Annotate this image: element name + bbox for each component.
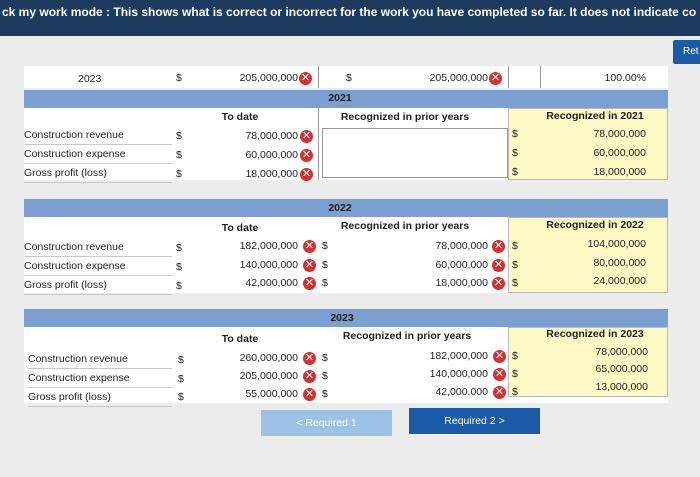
dollar-sign: $ (512, 147, 518, 159)
prior-gross-profit-2023[interactable]: 42,000,000 (402, 386, 488, 398)
header-to-date: To date (221, 222, 259, 234)
incorrect-icon: ✕ (489, 72, 502, 85)
dollar-sign: $ (322, 352, 328, 364)
incorrect-icon: ✕ (303, 370, 316, 383)
incorrect-icon: ✕ (493, 386, 506, 399)
cost-to-date-value[interactable]: 205,000,000 (216, 72, 298, 84)
row-label-expense: Construction expense (28, 369, 172, 388)
prior-revenue-2022[interactable]: 78,000,000 (402, 240, 488, 252)
previous-required-button[interactable]: < Required 1 (261, 410, 392, 436)
incorrect-icon: ✕ (493, 368, 506, 381)
dollar-sign: $ (322, 240, 328, 252)
row-label-gross-profit: Gross profit (loss) (28, 388, 172, 407)
current-revenue-2023[interactable]: 78,000,000 (562, 346, 648, 358)
prior-expense-2023[interactable]: 140,000,000 (402, 368, 488, 380)
row-label-gross-profit: Gross profit (loss) (24, 276, 172, 295)
incorrect-icon: ✕ (303, 277, 316, 290)
total-cost-value[interactable]: 205,000,000 (406, 72, 488, 84)
dollar-sign: $ (176, 130, 182, 142)
header-recognized-current: Recognized in 2023 (546, 328, 644, 340)
dollar-sign: $ (176, 168, 182, 180)
incorrect-icon: ✕ (492, 240, 505, 253)
row-label-gross-profit: Gross profit (loss) (24, 164, 172, 183)
incorrect-icon: ✕ (493, 350, 506, 363)
header-prior-years: Recognized in prior years (340, 220, 470, 232)
current-expense-2022[interactable]: 80,000,000 (560, 257, 646, 269)
top-year: 2023 (78, 73, 102, 85)
incorrect-icon: ✕ (303, 259, 316, 272)
to-date-revenue-2021[interactable]: 78,000,000 (212, 130, 298, 142)
dollar-sign: $ (512, 386, 518, 398)
dollar-sign: $ (512, 240, 518, 252)
incorrect-icon: ✕ (300, 168, 313, 181)
row-label-revenue: Construction revenue (24, 238, 172, 257)
incorrect-icon: ✕ (303, 352, 316, 365)
dollar-sign: $ (176, 242, 182, 254)
dollar-sign: $ (176, 72, 182, 84)
dollar-sign: $ (178, 354, 184, 366)
to-date-gross-profit-2021[interactable]: 18,000,000 (212, 168, 298, 180)
to-date-revenue-2023[interactable]: 260,000,000 (212, 352, 298, 364)
dollar-sign: $ (322, 370, 328, 382)
dollar-sign: $ (512, 277, 518, 289)
dollar-sign: $ (322, 277, 328, 289)
percent-complete-value[interactable]: 100.00% (580, 72, 646, 84)
next-required-button[interactable]: Required 2 > (409, 408, 540, 434)
incorrect-icon: ✕ (299, 72, 312, 85)
current-expense-2021[interactable]: 60,000,000 (560, 147, 646, 159)
dollar-sign: $ (178, 373, 184, 385)
header-to-date: To date (221, 333, 259, 345)
dollar-sign: $ (178, 391, 184, 403)
header-recognized-current: Recognized in 2021 (546, 110, 644, 122)
dollar-sign: $ (512, 350, 518, 362)
prior-years-empty-cells[interactable] (322, 128, 508, 178)
section-year-2022: 2022 (328, 202, 352, 214)
header-to-date: To date (221, 111, 259, 123)
header-prior-years: Recognized in prior years (342, 330, 472, 342)
row-label-revenue: Construction revenue (24, 126, 172, 145)
current-gross-profit-2023[interactable]: 13,000,000 (562, 381, 648, 393)
current-gross-profit-2021[interactable]: 18,000,000 (560, 166, 646, 178)
header-recognized-current: Recognized in 2022 (546, 219, 644, 231)
to-date-gross-profit-2023[interactable]: 55,000,000 (212, 388, 298, 400)
header-prior-years: Recognized in prior years (340, 111, 470, 123)
dollar-sign: $ (512, 128, 518, 140)
to-date-expense-2021[interactable]: 60,000,000 (212, 149, 298, 161)
row-label-revenue: Construction revenue (28, 350, 172, 369)
row-label-expense: Construction expense (24, 257, 172, 276)
dollar-sign: $ (176, 261, 182, 273)
row-label-expense: Construction expense (24, 145, 172, 164)
prior-revenue-2023[interactable]: 182,000,000 (402, 350, 488, 362)
dollar-sign: $ (512, 368, 518, 380)
to-date-expense-2023[interactable]: 205,000,000 (212, 370, 298, 382)
current-gross-profit-2022[interactable]: 24,000,000 (560, 275, 646, 287)
check-mode-banner: ck my work mode : This shows what is cor… (0, 0, 700, 36)
dollar-sign: $ (322, 259, 328, 271)
current-revenue-2021[interactable]: 78,000,000 (560, 128, 646, 140)
to-date-expense-2022[interactable]: 140,000,000 (212, 259, 298, 271)
dollar-sign: $ (176, 149, 182, 161)
prior-gross-profit-2022[interactable]: 18,000,000 (402, 277, 488, 289)
dollar-sign: $ (322, 388, 328, 400)
to-date-gross-profit-2022[interactable]: 42,000,000 (212, 277, 298, 289)
incorrect-icon: ✕ (300, 149, 313, 162)
incorrect-icon: ✕ (492, 277, 505, 290)
dollar-sign: $ (346, 72, 352, 84)
dollar-sign: $ (176, 280, 182, 292)
section-year-2021: 2021 (328, 92, 352, 104)
to-date-revenue-2022[interactable]: 182,000,000 (212, 240, 298, 252)
dollar-sign: $ (512, 166, 518, 178)
incorrect-icon: ✕ (492, 259, 505, 272)
incorrect-icon: ✕ (303, 240, 316, 253)
dollar-sign: $ (512, 259, 518, 271)
current-revenue-2022[interactable]: 104,000,000 (560, 238, 646, 250)
incorrect-icon: ✕ (300, 130, 313, 143)
current-expense-2023[interactable]: 65,000,000 (562, 363, 648, 375)
prior-expense-2022[interactable]: 60,000,000 (402, 259, 488, 271)
return-button[interactable]: Ret (673, 40, 700, 64)
incorrect-icon: ✕ (303, 388, 316, 401)
section-year-2023: 2023 (330, 312, 354, 324)
